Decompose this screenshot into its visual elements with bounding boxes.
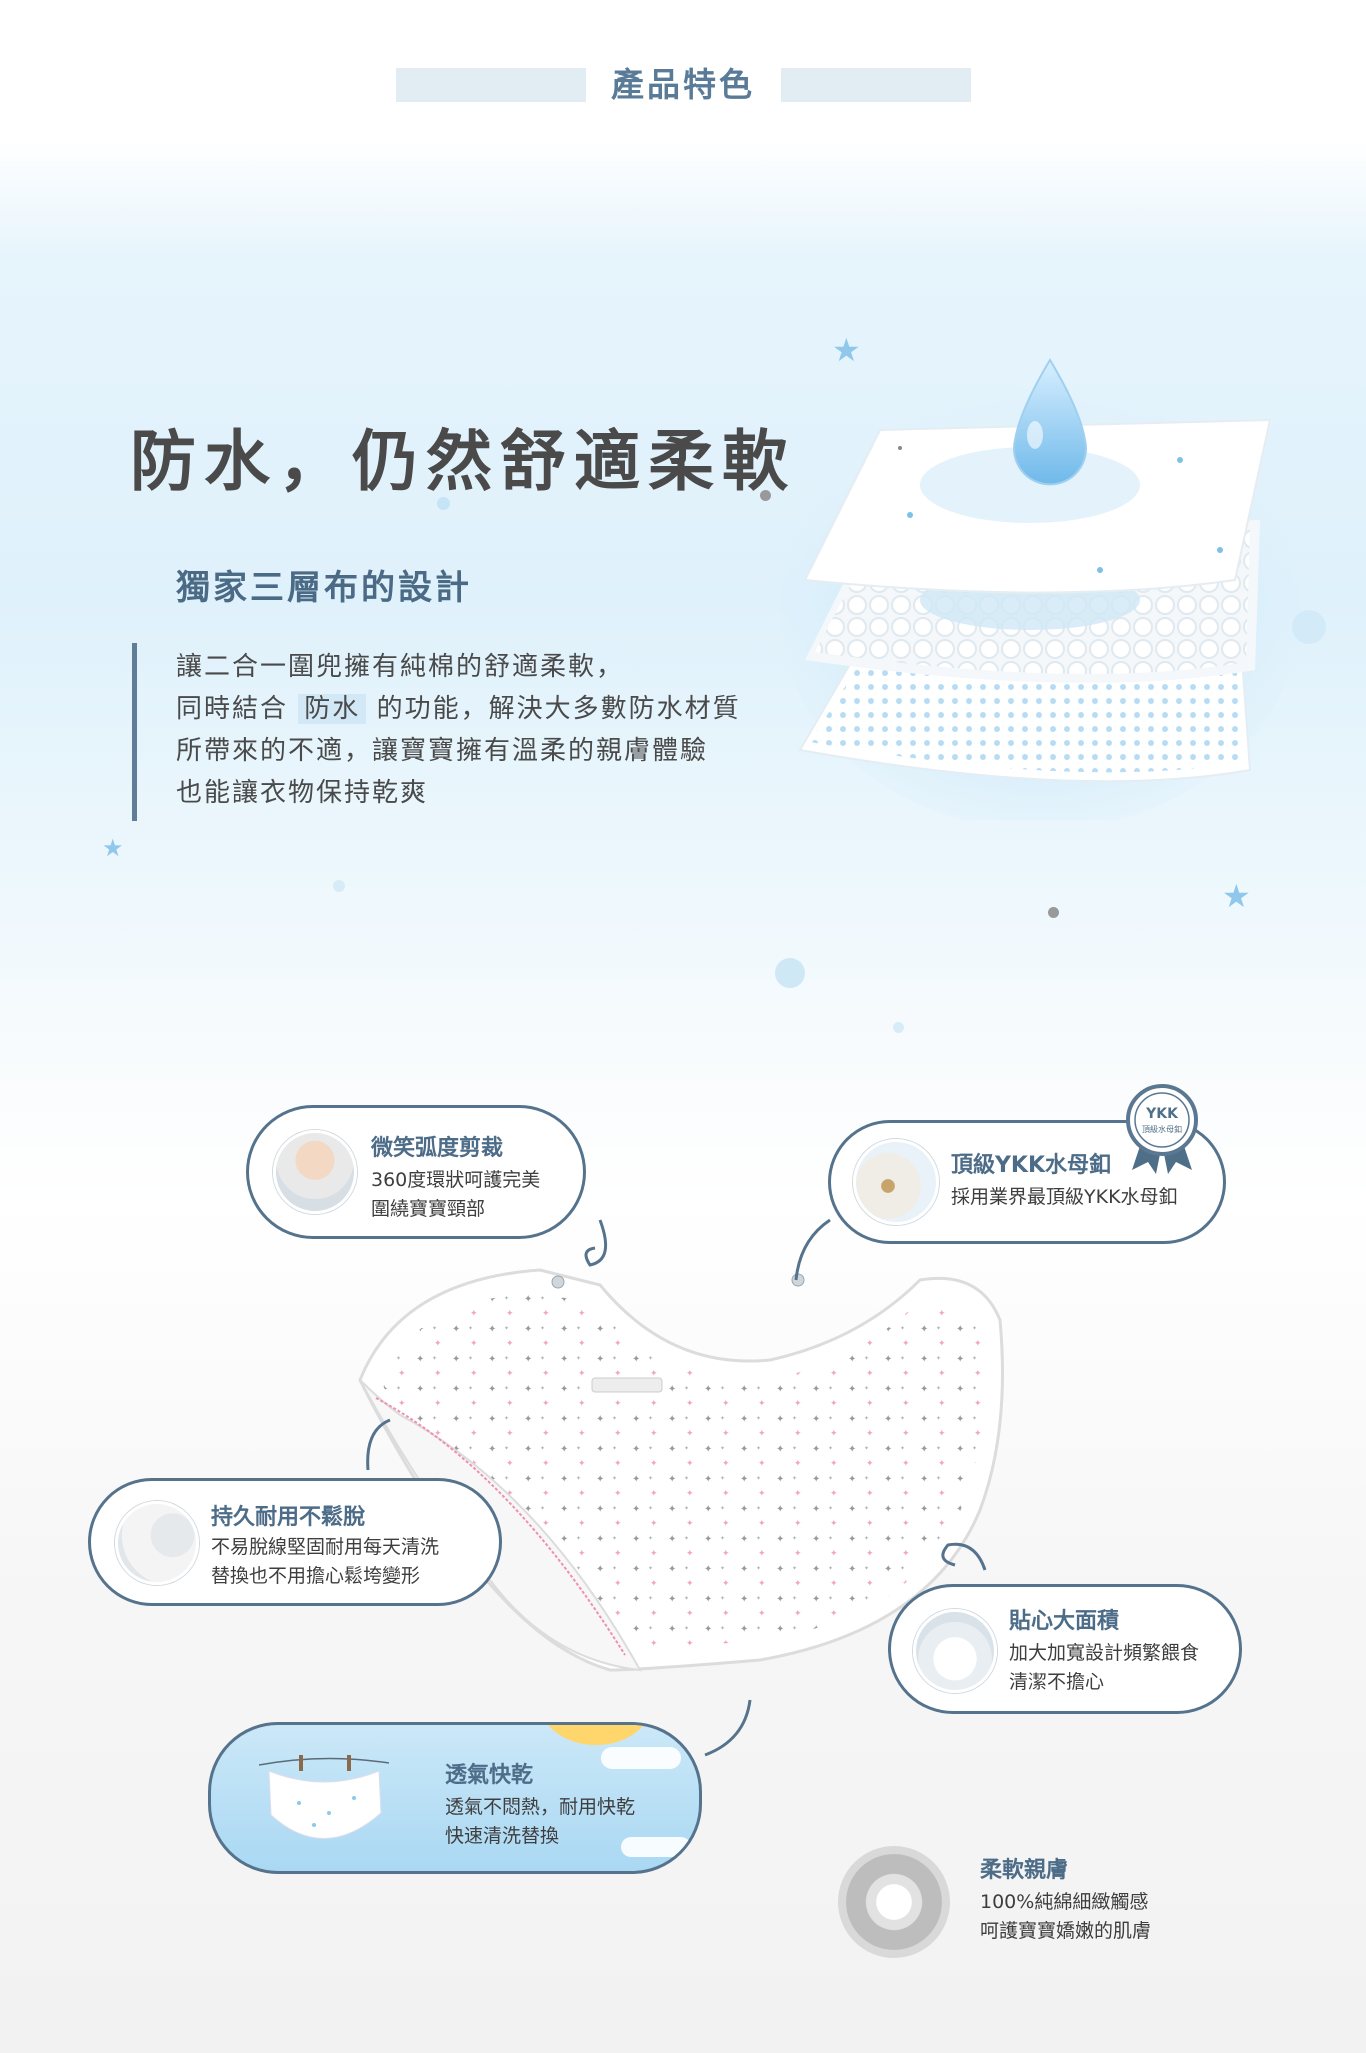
feature-smile-desc: 360度環狀呵護完美 圍繞寶寶頸部 xyxy=(371,1166,540,1224)
feature-durable-line2: 替換也不用擔心鬆垮變形 xyxy=(211,1565,421,1587)
feature-large-line1: 加大加寬設計頻繁餵食 xyxy=(1009,1642,1200,1664)
badge-text-sub: 頂級水母釦 xyxy=(1142,1125,1182,1134)
feature-large-area: 貼心大面積 加大加寬設計頻繁餵食 清潔不擔心 xyxy=(888,1584,1242,1714)
feature-durable-title: 持久耐用不鬆脫 xyxy=(211,1505,366,1530)
feature-soft-desc: 100%純綿細緻觸感 呵護寶寶嬌嫩的肌膚 xyxy=(980,1888,1151,1946)
header-bar-right xyxy=(781,68,971,102)
hero-subtitle: 獨家三層布的設計 xyxy=(176,568,472,608)
decor-dot xyxy=(333,880,345,892)
cotton-flower-icon xyxy=(838,1846,950,1958)
body-line-3: 所帶來的不適，讓寶寶擁有溫柔的親膚體驗 xyxy=(176,736,709,766)
body-line-2-end: 的功能，解決大多數防水材質 xyxy=(376,694,741,724)
feature-breathable-line1: 透氣不悶熱，耐用快乾 xyxy=(445,1796,636,1818)
baby-wearing-bib-icon xyxy=(913,1609,997,1693)
snap-button-icon xyxy=(853,1139,939,1225)
decor-dot xyxy=(775,958,805,988)
highlight-waterproof: 防水 xyxy=(298,694,367,724)
badge-text-ykk: YKK xyxy=(1146,1106,1178,1122)
body-line-1: 讓二合一圍兜擁有純棉的舒適柔軟， xyxy=(176,652,625,682)
feature-smile-line2: 圍繞寶寶頸部 xyxy=(371,1198,486,1220)
feature-durable-line1: 不易脫線堅固耐用每天清洗 xyxy=(211,1536,440,1558)
decor-dot xyxy=(1048,907,1059,918)
three-layer-fabric-illustration xyxy=(780,330,1300,830)
feature-breathable-line2: 快速清洗替換 xyxy=(445,1825,560,1847)
fabric-layers-svg xyxy=(780,358,1300,830)
feature-durable-desc: 不易脫線堅固耐用每天清洗 替換也不用擔心鬆垮變形 xyxy=(211,1533,439,1591)
feature-ykk-title: 頂級YKK水母釦 xyxy=(951,1153,1112,1178)
feature-breathable: 透氣快乾 透氣不悶熱，耐用快乾 快速清洗替換 xyxy=(208,1722,702,1874)
feature-smile-title: 微笑弧度剪裁 xyxy=(371,1136,504,1161)
feature-soft-line1: 100%純綿細緻觸感 xyxy=(980,1891,1149,1913)
feature-ykk-desc: 採用業界最頂級YKK水母釦 xyxy=(951,1186,1178,1208)
quote-rule xyxy=(132,643,137,821)
feature-smile-line1: 360度環狀呵護完美 xyxy=(371,1169,541,1191)
feature-large-line2: 清潔不擔心 xyxy=(1009,1671,1105,1693)
star-icon: ★ xyxy=(102,834,124,862)
decor-dot xyxy=(893,1022,904,1033)
baby-photo-icon xyxy=(273,1130,357,1214)
star-icon: ★ xyxy=(1222,877,1251,915)
body-line-4: 也能讓衣物保持乾爽 xyxy=(176,778,429,808)
ykk-badge: YKK 頂級水母釦 xyxy=(1124,1084,1200,1174)
body-line-2: 同時結合 防水 的功能，解決大多數防水材質 xyxy=(176,688,741,730)
feature-large-desc: 加大加寬設計頻繁餵食 清潔不擔心 xyxy=(1009,1639,1199,1697)
section-title: 產品特色 xyxy=(611,65,755,104)
feature-smile-cut: 微笑弧度剪裁 360度環狀呵護完美 圍繞寶寶頸部 xyxy=(246,1105,586,1239)
feature-large-title: 貼心大面積 xyxy=(1009,1609,1120,1634)
feature-breathable-title: 透氣快乾 xyxy=(445,1763,534,1788)
sun-icon xyxy=(541,1725,651,1745)
hero-body: 讓二合一圍兜擁有純棉的舒適柔軟， 同時結合 防水 的功能，解決大多數防水材質 所… xyxy=(176,646,741,814)
feature-soft-line2: 呵護寶寶嬌嫩的肌膚 xyxy=(980,1920,1152,1942)
feature-soft-title: 柔軟親膚 xyxy=(980,1858,1069,1883)
stitch-closeup-icon xyxy=(115,1501,199,1585)
drying-bib-svg xyxy=(258,1755,390,1839)
feature-soft: 柔軟親膚 100%純綿細緻觸感 呵護寶寶嬌嫩的肌膚 xyxy=(838,1846,1238,1966)
feature-durable: 持久耐用不鬆脫 不易脫線堅固耐用每天清洗 替換也不用擔心鬆垮變形 xyxy=(88,1478,502,1606)
drying-bib-icon xyxy=(258,1753,390,1853)
body-line-2-start: 同時結合 xyxy=(176,694,289,724)
header-bar-left xyxy=(396,68,586,102)
cloud-icon xyxy=(601,1747,681,1769)
hero-title: 防水，仍然舒適柔軟 xyxy=(130,423,796,500)
feature-breathable-desc: 透氣不悶熱，耐用快乾 快速清洗替換 xyxy=(445,1793,635,1851)
